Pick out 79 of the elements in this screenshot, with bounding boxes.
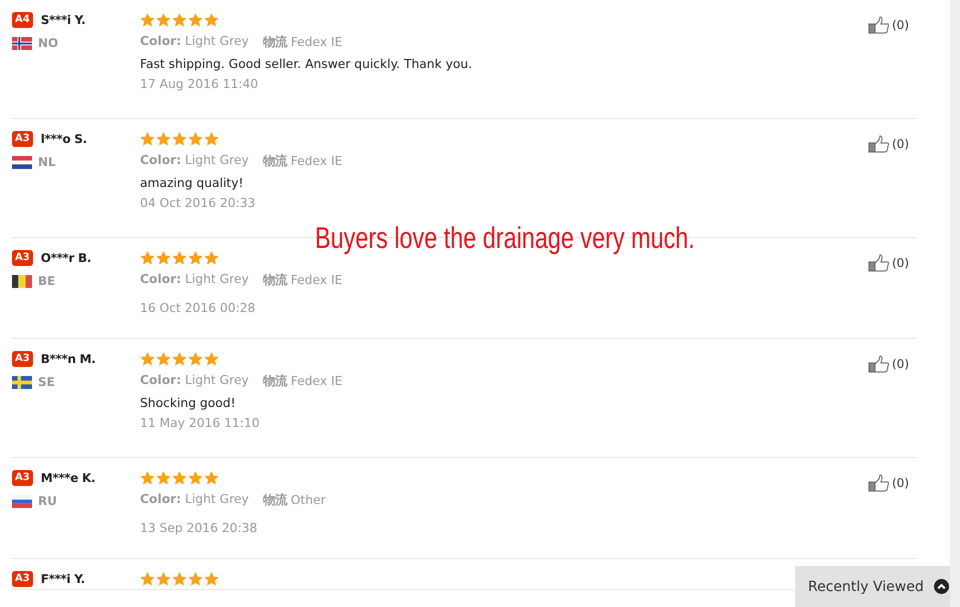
star-icon xyxy=(156,132,171,146)
color-attribute: Color: Light Grey xyxy=(140,373,249,389)
star-icon xyxy=(156,471,171,485)
buyer-level-badge: A3 xyxy=(12,571,33,587)
buyer-name: S***i Y. xyxy=(40,13,86,27)
star-icon xyxy=(204,251,219,265)
country-code: NO xyxy=(38,36,58,50)
review-date: 16 Oct 2016 00:28 xyxy=(140,301,256,315)
buyer-level-badge: A3 xyxy=(12,131,33,147)
star-icon xyxy=(188,471,203,485)
color-attribute: Color: Light Grey xyxy=(140,492,249,508)
star-icon xyxy=(172,471,187,485)
flag-icon xyxy=(12,156,32,168)
chevron-up-icon xyxy=(934,579,949,594)
color-attribute: Color: Light Grey xyxy=(140,153,249,169)
overlay-caption: Buyers love the drainage very much. xyxy=(315,222,695,256)
star-icon xyxy=(156,352,171,366)
buyer-name: M***e K. xyxy=(40,471,96,485)
helpful-button[interactable]: (0) xyxy=(868,16,909,34)
buyer-level-badge: A3 xyxy=(12,351,33,367)
buyer-level-badge: A3 xyxy=(12,250,33,266)
star-icon xyxy=(188,251,203,265)
buyer-level-badge: A4 xyxy=(12,12,33,28)
star-icon xyxy=(140,572,155,586)
star-icon xyxy=(156,13,171,27)
color-attribute: Color: Light Grey xyxy=(140,34,249,50)
review-comment: amazing quality! xyxy=(140,176,244,190)
review-comment: Fast shipping. Good seller. Answer quickly. Thank you. xyxy=(140,57,474,71)
star-icon xyxy=(204,13,219,27)
country-code: NL xyxy=(38,155,56,169)
scrollbar[interactable] xyxy=(950,0,960,607)
country-code: SE xyxy=(38,375,55,389)
star-icon xyxy=(156,572,171,586)
logistics-attribute: 物流 Other xyxy=(262,492,326,509)
helpful-button[interactable]: (0) xyxy=(868,254,909,272)
helpful-button[interactable]: (0) xyxy=(868,474,909,492)
flag-icon xyxy=(12,494,32,508)
helpful-button[interactable]: (0) xyxy=(868,355,909,373)
star-icon xyxy=(172,132,187,146)
star-icon xyxy=(172,572,187,586)
star-icon xyxy=(172,13,187,27)
flag-icon xyxy=(12,274,32,288)
star-icon xyxy=(188,572,203,586)
review-date: 17 Aug 2016 11:40 xyxy=(140,77,260,91)
buyer-name: O***r B. xyxy=(40,251,92,265)
star-icon xyxy=(204,572,219,586)
star-icon xyxy=(204,352,219,366)
star-icon xyxy=(140,13,155,27)
recently-viewed-button[interactable]: Recently Viewed xyxy=(795,566,950,607)
star-icon xyxy=(140,251,155,265)
logistics-attribute: 物流 Fedex IE xyxy=(262,153,342,170)
star-icon xyxy=(204,471,219,485)
star-icon xyxy=(140,352,155,366)
star-icon xyxy=(140,132,155,146)
logistics-attribute: 物流 Fedex IE xyxy=(262,373,342,390)
review-date: 04 Oct 2016 20:33 xyxy=(140,196,256,210)
star-icon xyxy=(188,132,203,146)
review-date: 13 Sep 2016 20:38 xyxy=(140,521,258,535)
buyer-level-badge: A3 xyxy=(12,470,33,486)
review-comment: Shocking good! xyxy=(140,396,237,410)
helpful-button[interactable]: (0) xyxy=(868,135,909,153)
star-icon xyxy=(140,471,155,485)
review-date: 11 May 2016 11:10 xyxy=(140,416,261,430)
color-attribute: Color: Light Grey xyxy=(140,272,249,288)
buyer-name: l***o S. xyxy=(40,132,87,146)
country-code: RU xyxy=(38,494,57,508)
country-code: BE xyxy=(38,274,56,288)
flag-icon xyxy=(12,36,32,50)
star-icon xyxy=(188,352,203,366)
logistics-attribute: 物流 Fedex IE xyxy=(262,272,342,289)
logistics-attribute: 物流 Fedex IE xyxy=(262,34,342,51)
star-icon xyxy=(172,251,187,265)
flag-icon xyxy=(12,376,32,388)
star-icon xyxy=(172,352,187,366)
buyer-name: F***i Y. xyxy=(40,572,85,586)
star-icon xyxy=(204,132,219,146)
star-icon xyxy=(188,13,203,27)
star-icon xyxy=(156,251,171,265)
buyer-name: B***n M. xyxy=(40,352,96,366)
